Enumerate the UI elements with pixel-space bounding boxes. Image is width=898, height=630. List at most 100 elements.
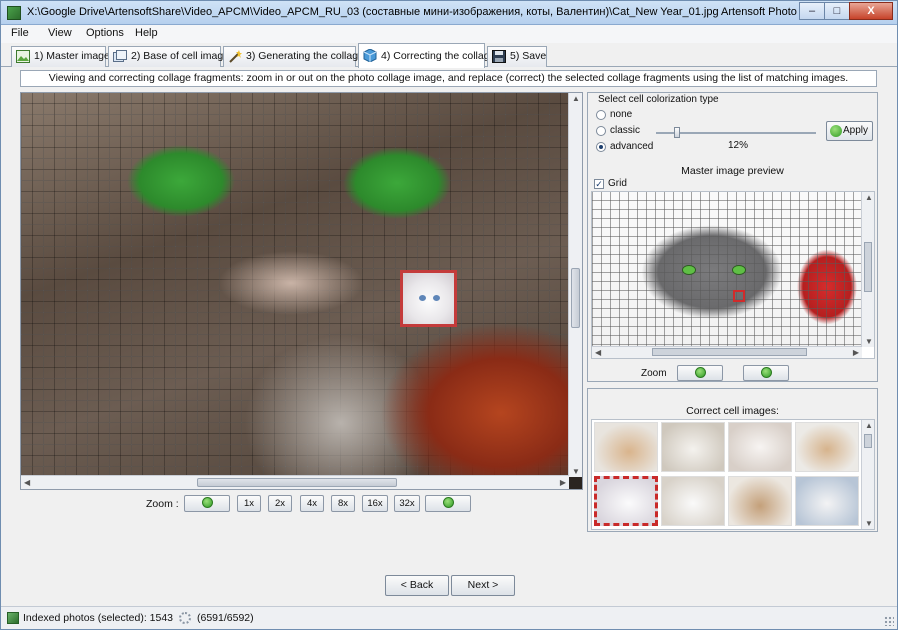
zoom-in-icon [760,367,772,379]
status-bar: Indexed photos (selected): 1543 (6591/65… [1,606,897,629]
preview-zoom-out-button[interactable] [677,365,723,381]
zoom-out-button[interactable] [184,495,230,512]
scroll-right-icon[interactable]: ▶ [560,478,566,487]
colorization-slider[interactable] [656,132,816,134]
scroll-thumb[interactable] [864,242,872,292]
menu-view[interactable]: View [48,27,72,39]
radio-none-label: none [610,109,633,120]
collage-vertical-scrollbar[interactable]: ▲ ▼ [568,93,582,477]
progress-spinner-icon [179,612,191,624]
zoom-32x-button[interactable]: 32x [394,495,420,512]
zoom-out-icon [694,367,706,379]
preview-selection-marker [733,290,745,302]
scroll-up-icon[interactable]: ▲ [865,193,873,202]
zoom-in-button[interactable] [425,495,471,512]
wizard-tabs: 1) Master image 2) Base of cell images 3… [1,43,897,68]
apply-label: Apply [842,125,868,136]
selected-collage-cell[interactable] [400,270,457,327]
cat-eye-left [419,295,426,301]
apply-button[interactable]: Apply [826,121,873,141]
scroll-right-icon[interactable]: ▶ [853,348,859,357]
tab-base-of-cell-images[interactable]: 2) Base of cell images [108,46,234,67]
scroll-down-icon[interactable]: ▼ [572,467,580,476]
cube-icon [363,49,377,62]
scroll-left-icon[interactable]: ◀ [24,478,30,487]
tab-label: 1) Master image [34,50,110,62]
scroll-thumb[interactable] [864,434,872,448]
master-image-preview[interactable]: ▲ ▼ ◀ ▶ [591,191,875,359]
instruction-text: Viewing and correcting collage fragments… [20,70,877,87]
back-button[interactable]: < Back [385,575,449,596]
preview-eye-left [682,265,696,275]
zoom-1x-button[interactable]: 1x [237,495,261,512]
cell-image-thumbnail[interactable] [661,422,725,472]
colorization-group: Select cell colorization type none class… [587,92,878,382]
zoom-in-icon [442,497,454,509]
cell-image-thumbnail[interactable] [795,476,859,526]
picture-icon [16,50,30,63]
menu-help[interactable]: Help [135,27,158,39]
grid-checkbox[interactable]: ✓ [594,179,604,189]
cell-image-thumbnail[interactable] [728,476,792,526]
cell-image-thumbnail[interactable] [728,422,792,472]
cells-vertical-scrollbar[interactable]: ▲ ▼ [861,420,874,529]
preview-zoom-label: Zoom [641,368,667,379]
next-button[interactable]: Next > [451,575,515,596]
master-image[interactable] [592,192,862,347]
scroll-thumb[interactable] [197,478,397,487]
cell-image-thumbnail[interactable] [795,422,859,472]
colorization-percent: 12% [728,140,749,151]
radio-none[interactable] [596,110,606,120]
indexed-photos-status: Indexed photos (selected): 1543 [23,612,174,624]
scroll-thumb[interactable] [652,348,807,356]
app-window: X:\Google Drive\ArtensoftShare\Video_APC… [0,0,898,630]
menu-options[interactable]: Options [86,27,124,39]
zoom-4x-button[interactable]: 4x [300,495,324,512]
collage-image[interactable] [21,93,569,477]
menu-bar: File View Options Help [1,25,897,43]
grid-label: Grid [608,178,627,189]
window-title: X:\Google Drive\ArtensoftShare\Video_APC… [27,6,797,18]
scroll-thumb[interactable] [571,268,580,328]
scroll-left-icon[interactable]: ◀ [595,348,601,357]
preview-vertical-scrollbar[interactable]: ▲ ▼ [861,192,874,347]
zoom-2x-button[interactable]: 2x [268,495,292,512]
cell-images-list[interactable]: ▲ ▼ [591,419,875,530]
menu-file[interactable]: File [11,27,29,39]
cell-image-thumbnail[interactable] [594,422,658,472]
collage-horizontal-scrollbar[interactable]: ◀ ▶ [21,475,569,489]
tab-master-image[interactable]: 1) Master image [11,46,110,67]
colorization-title: Select cell colorization type [596,94,721,105]
app-icon [7,6,21,20]
preview-horizontal-scrollbar[interactable]: ◀ ▶ [592,346,862,358]
scroll-up-icon[interactable]: ▲ [572,94,580,103]
images-icon [113,50,127,62]
scroll-up-icon[interactable]: ▲ [865,421,873,430]
zoom-16x-button[interactable]: 16x [362,495,388,512]
resize-grip-icon[interactable] [884,616,894,626]
collage-viewport[interactable]: ▲ ▼ ◀ ▶ [20,92,583,490]
maximize-button[interactable]: □ [824,2,850,20]
tab-save[interactable]: 5) Save [487,46,547,67]
scroll-down-icon[interactable]: ▼ [865,519,873,528]
cells-title: Correct cell images: [686,405,779,417]
minimize-button[interactable]: – [799,2,825,20]
tab-label: 4) Correcting the collage [381,50,496,62]
tab-correcting-the-collage[interactable]: 4) Correcting the collage [358,43,495,68]
zoom-8x-button[interactable]: 8x [331,495,355,512]
tab-label: 2) Base of cell images [131,50,235,62]
cell-image-thumbnail-selected[interactable] [594,476,658,526]
colorization-slider-thumb[interactable] [674,127,680,138]
scroll-down-icon[interactable]: ▼ [865,337,873,346]
floppy-disk-icon [492,50,506,63]
preview-zoom-in-button[interactable] [743,365,789,381]
radio-advanced[interactable] [596,142,606,152]
refresh-icon [830,125,842,137]
zoom-label: Zoom : [146,498,179,510]
radio-classic[interactable] [596,126,606,136]
preview-title: Master image preview [681,165,784,177]
tab-generating-the-collage[interactable]: 3) Generating the collage [223,46,364,67]
cell-image-thumbnail[interactable] [661,476,725,526]
close-button[interactable]: X [849,2,893,20]
photo-count-status: (6591/6592) [197,612,254,624]
